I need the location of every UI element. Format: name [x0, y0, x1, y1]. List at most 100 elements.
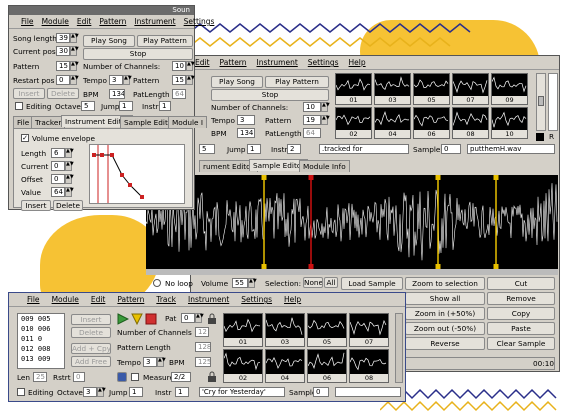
order-row[interactable]: 010 006 — [21, 324, 64, 334]
cut-button[interactable]: Cut — [487, 277, 555, 290]
pattern-length-input[interactable]: 128 — [195, 342, 211, 352]
length-input[interactable]: 6 — [51, 148, 65, 158]
menu-file[interactable]: File — [27, 295, 40, 304]
restart-pos-spin[interactable]: ▲▼ — [70, 75, 79, 85]
menu-help[interactable]: Help — [349, 58, 366, 67]
num-channels-spin[interactable]: ▲▼ — [186, 61, 195, 71]
bpm-input[interactable]: 134 — [109, 89, 125, 99]
value-input[interactable]: 64 — [51, 187, 65, 197]
pattern-spin[interactable]: ▲▼ — [321, 115, 330, 125]
tempo-input[interactable]: 3 — [109, 75, 123, 85]
menu-settings[interactable]: Settings — [184, 17, 215, 26]
sample-number-input[interactable]: 0 — [313, 387, 329, 397]
reverse-button[interactable]: Reverse — [405, 337, 485, 350]
length-spin[interactable]: ▲▼ — [65, 148, 74, 158]
stop-button[interactable]: Stop — [211, 89, 329, 101]
menu-instrument[interactable]: Instrument — [134, 17, 175, 26]
sample-slot[interactable]: 01 — [223, 313, 263, 347]
select-all-button[interactable]: All — [324, 277, 338, 288]
remove-button[interactable]: Remove — [487, 292, 555, 305]
play-song-button[interactable]: Play Song — [211, 76, 263, 88]
current-input[interactable]: 0 — [51, 161, 65, 171]
delete-button[interactable]: Delete — [47, 88, 79, 99]
octave-spin[interactable]: ▲▼ — [97, 387, 106, 397]
instr-input[interactable]: 1 — [175, 387, 189, 397]
menu-module[interactable]: Module — [42, 17, 69, 26]
zoom-to-selection-button[interactable]: Zoom to selection — [405, 277, 485, 290]
sample-slot[interactable]: 03 — [374, 73, 411, 105]
pat-spin[interactable]: ▲▼ — [195, 313, 204, 323]
menu-pattern[interactable]: Pattern — [220, 58, 247, 67]
delete-button[interactable]: Delete — [71, 327, 111, 338]
octave-input[interactable]: 3 — [83, 387, 97, 397]
menu-settings[interactable]: Settings — [308, 58, 339, 67]
patlength-input[interactable]: 64 — [172, 89, 186, 99]
sample-name-input[interactable]: putthemH.wav — [467, 144, 555, 154]
jump-input[interactable]: 1 — [247, 144, 261, 154]
order-row[interactable]: 013 009 — [21, 354, 64, 364]
instr-input[interactable]: 1 — [159, 101, 171, 111]
tempo-spin[interactable]: ▲▼ — [123, 75, 132, 85]
jump-input[interactable]: 1 — [129, 387, 143, 397]
menu-help[interactable]: Help — [284, 295, 301, 304]
sample-slot[interactable]: 05 — [307, 313, 347, 347]
volume-envelope-checkbox[interactable]: ✓ — [21, 134, 29, 142]
menu-settings[interactable]: Settings — [241, 295, 272, 304]
tab-module-info[interactable]: Module Info — [299, 160, 350, 172]
volume-slider[interactable] — [536, 73, 546, 131]
song-length-spin[interactable]: ▲▼ — [70, 33, 79, 43]
stop-button[interactable]: Stop — [83, 48, 193, 60]
insert-button[interactable]: Insert — [13, 88, 45, 99]
bpm-input[interactable]: 134 — [237, 128, 255, 138]
no-loop-radio[interactable] — [153, 279, 161, 287]
restart-pos-input[interactable]: 0 — [56, 75, 70, 85]
sample-slot[interactable]: 02 — [223, 349, 263, 383]
sample-slot[interactable]: 02 — [335, 107, 372, 139]
pat-input[interactable]: 0 — [181, 313, 195, 323]
select-none-button[interactable]: None — [303, 277, 323, 288]
show-all-button[interactable]: Show all — [405, 292, 485, 305]
copy-button[interactable]: Copy — [487, 307, 555, 320]
sample-slot[interactable]: 06 — [413, 107, 450, 139]
sample-slot[interactable]: 05 — [413, 73, 450, 105]
menu-instrument[interactable]: Instrument — [188, 295, 229, 304]
octave-input[interactable]: 5 — [81, 101, 95, 111]
offset-input[interactable]: 0 — [51, 174, 65, 184]
menu-pattern[interactable]: Pattern — [99, 17, 126, 26]
instr-input[interactable]: 2 — [287, 144, 301, 154]
waveform-scrollbar[interactable] — [146, 269, 558, 275]
octave-input[interactable]: 5 — [199, 144, 215, 154]
volume-input[interactable]: 55 — [232, 278, 248, 288]
sample-name-input[interactable] — [335, 387, 401, 397]
rstrt-input[interactable]: 0 — [73, 372, 85, 382]
bpm-input[interactable]: 125 — [195, 357, 211, 367]
menu-instrument[interactable]: Instrument — [257, 58, 298, 67]
insert-button[interactable]: Insert — [71, 314, 111, 325]
measure-toggle[interactable] — [117, 372, 127, 382]
order-row[interactable]: 009 005 — [21, 314, 64, 324]
volume-envelope-graph[interactable] — [89, 144, 185, 204]
menu-file[interactable]: File — [21, 17, 34, 26]
play-icon[interactable] — [117, 313, 130, 325]
volume-spin[interactable]: ▲▼ — [248, 278, 257, 288]
add-free-button[interactable]: Add Free — [71, 356, 111, 367]
play-pattern-icon[interactable] — [131, 313, 143, 326]
num-channels-input[interactable]: 10 — [303, 102, 321, 112]
tempo-input[interactable]: 3 — [143, 357, 157, 367]
measure-input[interactable]: 2/2 — [171, 372, 191, 382]
waveform-display[interactable] — [146, 175, 558, 269]
tempo-spin[interactable]: ▲▼ — [157, 357, 166, 367]
order-row[interactable]: 012 008 — [21, 344, 64, 354]
lock-icon[interactable] — [207, 371, 217, 383]
envelope-delete-button[interactable]: Delete — [53, 200, 83, 211]
num-channels-input[interactable]: 10 — [172, 61, 186, 71]
sample-slot[interactable]: 08 — [349, 349, 389, 383]
sample-slot[interactable]: 08 — [452, 107, 489, 139]
len-input[interactable]: 25 — [33, 372, 47, 382]
volume-slider-handle[interactable] — [538, 96, 544, 106]
zoom-out-button[interactable]: Zoom out (-50%) — [405, 322, 485, 335]
patlength-input[interactable]: 64 — [303, 128, 321, 138]
pattern2-input[interactable]: 15 — [172, 75, 186, 85]
pattern-spin[interactable]: ▲▼ — [70, 61, 79, 71]
menu-edit[interactable]: Edit — [91, 295, 106, 304]
